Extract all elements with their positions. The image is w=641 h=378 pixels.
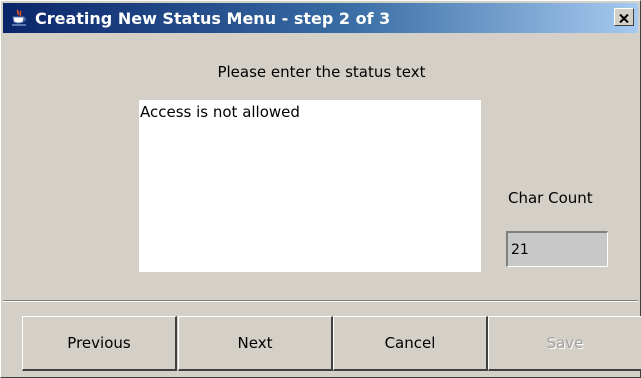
close-button[interactable]: [614, 8, 634, 26]
next-button[interactable]: Next: [178, 316, 333, 371]
previous-button[interactable]: Previous: [22, 316, 177, 371]
status-text-area[interactable]: Access is not allowed: [139, 100, 481, 272]
char-count-label: Char Count: [508, 189, 593, 207]
button-bar: Previous Next Cancel Save: [1, 316, 641, 372]
java-cup-icon: [9, 8, 29, 28]
title-bar[interactable]: Creating New Status Menu - step 2 of 3: [3, 3, 638, 33]
window-title: Creating New Status Menu - step 2 of 3: [35, 8, 391, 28]
save-button: Save: [488, 316, 641, 371]
close-icon: [619, 8, 629, 27]
separator: [3, 300, 638, 302]
prompt-label: Please enter the status text: [217, 63, 426, 81]
dialog-window: Creating New Status Menu - step 2 of 3 P…: [0, 0, 641, 378]
cancel-button[interactable]: Cancel: [333, 316, 488, 371]
char-count-field: [506, 231, 608, 267]
